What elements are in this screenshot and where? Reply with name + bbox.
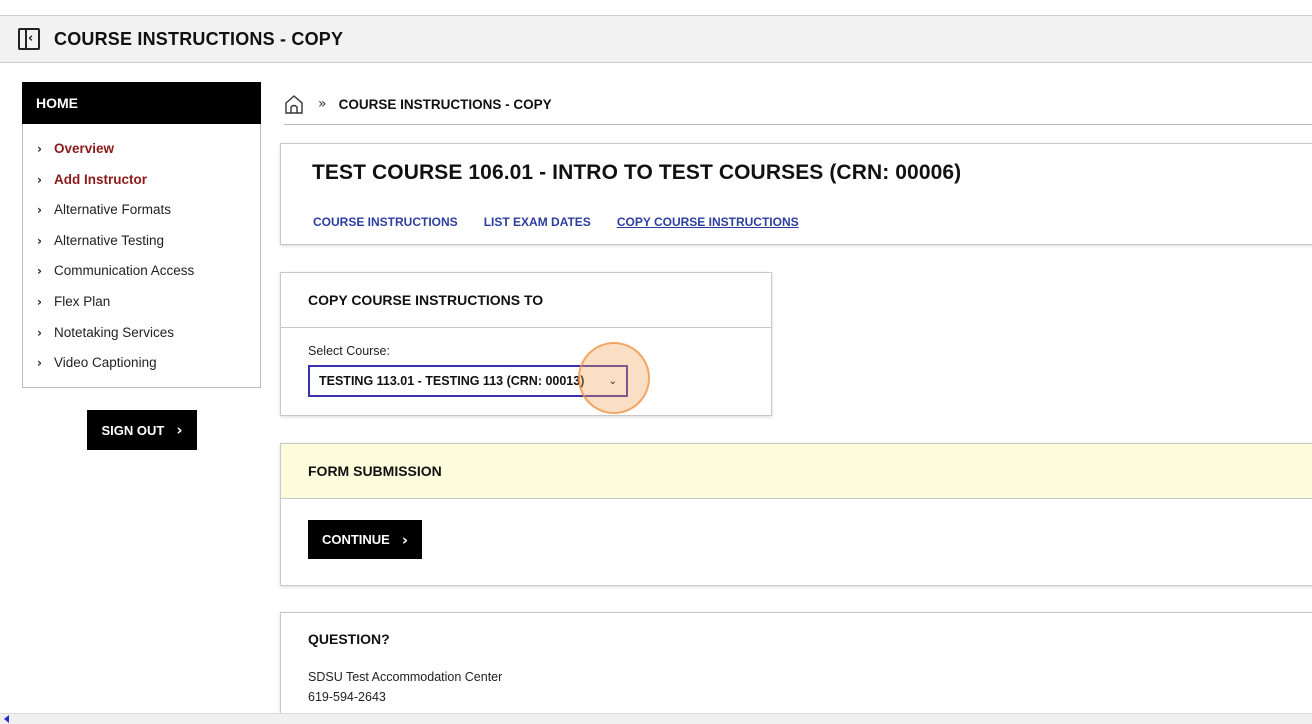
breadcrumb: » COURSE INSTRUCTIONS - COPY xyxy=(284,92,1312,125)
continue-label: CONTINUE xyxy=(321,532,390,547)
breadcrumb-current: COURSE INSTRUCTIONS - COPY xyxy=(338,96,552,112)
sidebar-item-label: Add Instructor xyxy=(54,171,147,187)
breadcrumb-separator: » xyxy=(318,96,327,112)
sidebar-item-alternative-testing[interactable]: › Alternative Testing xyxy=(23,226,260,257)
sidebar-item-label: Communication Access xyxy=(54,263,195,279)
copy-card-heading: COPY COURSE INSTRUCTIONS TO xyxy=(281,273,771,328)
chevron-right-icon: › xyxy=(37,264,42,279)
course-tabs: COURSE INSTRUCTIONS LIST EXAM DATES COPY… xyxy=(313,215,799,229)
question-phone[interactable]: 619-594-2643 xyxy=(308,690,386,704)
course-select[interactable]: TESTING 113.01 - TESTING 113 (CRN: 00013… xyxy=(308,365,628,397)
tab-copy-course-instructions[interactable]: COPY COURSE INSTRUCTIONS xyxy=(617,215,799,229)
sidebar-item-video-captioning[interactable]: › Video Captioning xyxy=(23,348,260,379)
sidebar-item-overview[interactable]: › Overview xyxy=(23,134,260,165)
sidebar-heading[interactable]: HOME xyxy=(22,82,261,124)
question-heading: QUESTION? xyxy=(308,631,390,647)
sidebar-item-add-instructor[interactable]: › Add Instructor xyxy=(23,165,260,196)
chevron-right-icon: › xyxy=(37,172,42,187)
chevron-down-icon: ⌄ xyxy=(608,375,617,387)
top-strip xyxy=(0,0,1312,16)
sidebar: HOME › Overview › Add Instructor › Alternat… xyxy=(22,82,261,388)
horizontal-scrollbar[interactable] xyxy=(0,713,1312,724)
sidebar-item-label: Alternative Testing xyxy=(54,232,165,248)
chevron-right-icon: › xyxy=(401,530,409,549)
sign-out-label: SIGN OUT xyxy=(101,422,165,438)
sidebar-item-label: Flex Plan xyxy=(54,293,111,309)
chevron-right-icon: › xyxy=(37,233,42,248)
sidebar-item-label: Video Captioning xyxy=(54,355,157,371)
form-submission-card: FORM SUBMISSION CONTINUE › xyxy=(280,443,1312,586)
tab-list-exam-dates[interactable]: LIST EXAM DATES xyxy=(484,215,591,229)
chevron-right-icon: › xyxy=(37,356,42,371)
home-icon[interactable] xyxy=(284,94,304,114)
chevron-right-icon: › xyxy=(37,325,42,340)
continue-button[interactable]: CONTINUE › xyxy=(308,520,422,559)
course-title: TEST COURSE 106.01 - INTRO TO TEST COURS… xyxy=(312,161,962,184)
chevron-right-icon: › xyxy=(37,294,42,309)
sidebar-item-label: Overview xyxy=(54,141,115,156)
chevron-right-icon: › xyxy=(37,142,42,156)
collapse-sidebar-icon[interactable]: ‹ xyxy=(18,28,40,50)
question-org: SDSU Test Accommodation Center xyxy=(308,670,503,684)
collapse-glyph: ‹ xyxy=(28,31,34,46)
sign-out-button[interactable]: SIGN OUT › xyxy=(87,410,197,450)
sidebar-item-flex-plan[interactable]: › Flex Plan xyxy=(23,287,260,318)
sidebar-item-communication-access[interactable]: › Communication Access xyxy=(23,256,260,287)
sidebar-item-label: Notetaking Services xyxy=(54,324,175,340)
page-title: COURSE INSTRUCTIONS - COPY xyxy=(54,28,344,49)
course-select-value: TESTING 113.01 - TESTING 113 (CRN: 00013… xyxy=(319,374,585,388)
scroll-left-icon[interactable] xyxy=(4,715,9,723)
sidebar-item-notetaking-services[interactable]: › Notetaking Services xyxy=(23,318,260,349)
sidebar-item-alternative-formats[interactable]: › Alternative Formats xyxy=(23,195,260,226)
copy-card-body: Select Course: TESTING 113.01 - TESTING … xyxy=(281,328,771,397)
sidebar-item-label: Alternative Formats xyxy=(54,202,172,218)
form-submission-heading: FORM SUBMISSION xyxy=(281,444,1312,499)
course-card: TEST COURSE 106.01 - INTRO TO TEST COURS… xyxy=(280,143,1312,245)
sidebar-list: › Overview › Add Instructor › Alternative F… xyxy=(22,124,261,388)
copy-instructions-card: COPY COURSE INSTRUCTIONS TO Select Cours… xyxy=(280,272,772,416)
tab-course-instructions[interactable]: COURSE INSTRUCTIONS xyxy=(313,215,458,229)
select-course-label: Select Course: xyxy=(308,344,390,358)
chevron-right-icon: › xyxy=(37,203,42,218)
title-bar: ‹ COURSE INSTRUCTIONS - COPY xyxy=(0,16,1312,63)
question-card: QUESTION? SDSU Test Accommodation Center… xyxy=(280,612,1312,724)
chevron-right-icon: › xyxy=(176,421,183,439)
